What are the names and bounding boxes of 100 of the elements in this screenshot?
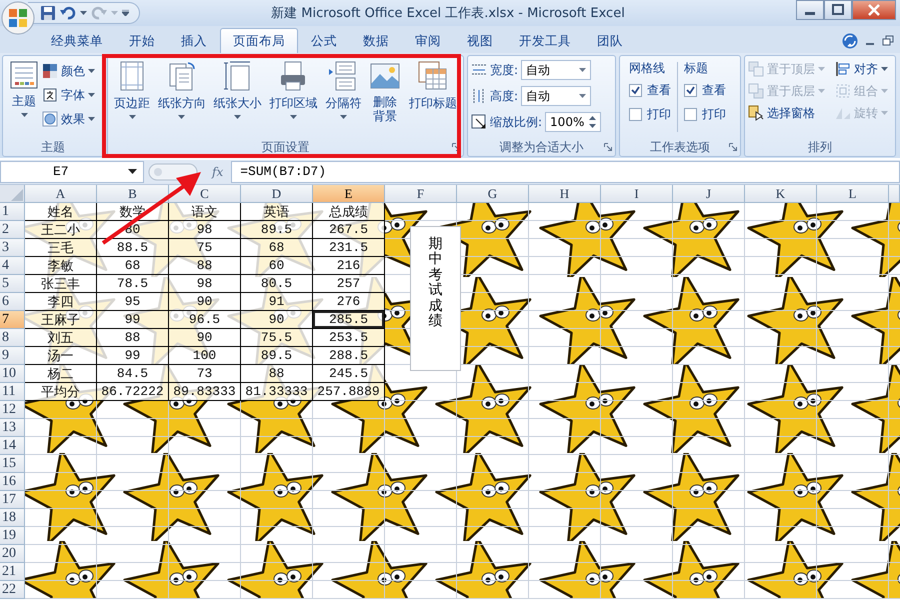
text-box[interactable]: 期中考试成绩 bbox=[410, 226, 461, 371]
row-header[interactable]: 19 bbox=[0, 527, 25, 545]
caret-icon[interactable] bbox=[234, 115, 242, 119]
theme-button[interactable]: 主题 bbox=[6, 58, 42, 136]
row-header[interactable]: 5 bbox=[0, 275, 25, 293]
table-cell: 73 bbox=[169, 365, 241, 383]
row-header[interactable]: 9 bbox=[0, 347, 25, 365]
row-header[interactable]: 20 bbox=[0, 545, 25, 563]
caret-icon[interactable] bbox=[88, 93, 95, 97]
table-cell: 88 bbox=[97, 329, 169, 347]
column-header[interactable]: G bbox=[457, 185, 529, 203]
minimize-icon[interactable] bbox=[796, 0, 824, 20]
ribbon-button[interactable]: 页边距 bbox=[111, 58, 153, 136]
caret-icon[interactable] bbox=[88, 69, 95, 73]
caret-icon[interactable] bbox=[20, 113, 28, 117]
column-header[interactable]: I bbox=[601, 185, 673, 203]
toolbar-button[interactable]: 对齐 bbox=[835, 58, 888, 80]
caret-icon[interactable] bbox=[88, 117, 95, 121]
table-cell: 王麻子 bbox=[25, 311, 97, 329]
ribbon-tab[interactable]: 页面布局 bbox=[220, 28, 298, 53]
ribbon-tab[interactable]: 经典菜单 bbox=[38, 28, 116, 53]
maximize-icon[interactable] bbox=[824, 0, 852, 20]
table-cell: 288.5 bbox=[313, 347, 385, 365]
close-icon[interactable] bbox=[852, 0, 896, 20]
caret-icon[interactable] bbox=[340, 115, 347, 119]
checkbox[interactable] bbox=[629, 84, 642, 96]
row-header[interactable]: 17 bbox=[0, 491, 25, 509]
row-header[interactable]: 6 bbox=[0, 293, 25, 311]
toolbar-button[interactable]: 选择窗格 bbox=[748, 102, 825, 124]
table-cell: 90 bbox=[169, 329, 241, 347]
caret-icon[interactable] bbox=[290, 115, 297, 119]
formula-field[interactable]: =SUM(B7:D7) bbox=[231, 160, 900, 182]
column-header[interactable]: J bbox=[673, 185, 745, 203]
column-header[interactable]: F bbox=[385, 185, 457, 203]
ribbon-tab[interactable]: 开始 bbox=[116, 28, 168, 53]
caret-icon[interactable] bbox=[128, 115, 136, 119]
row-header[interactable]: 22 bbox=[0, 581, 25, 599]
table-cell: 89.5 bbox=[241, 221, 313, 239]
dropdown-field[interactable]: 自动 bbox=[521, 60, 592, 80]
ribbon-tab[interactable]: 开发工具 bbox=[506, 28, 584, 53]
ribbon-button[interactable]: 分隔符 bbox=[322, 58, 364, 136]
dialog-launcher-icon[interactable] bbox=[604, 143, 612, 151]
ribbon-tab[interactable]: 插入 bbox=[168, 28, 220, 53]
checkbox[interactable] bbox=[629, 108, 642, 120]
ribbon-tab[interactable]: 团队 bbox=[584, 28, 636, 53]
column-header[interactable]: A bbox=[25, 185, 97, 203]
checkbox[interactable] bbox=[684, 84, 697, 96]
dialog-launcher-icon[interactable] bbox=[729, 143, 737, 151]
ribbon-button[interactable]: 打印区域 bbox=[266, 58, 320, 136]
dialog-launcher-icon[interactable] bbox=[452, 143, 460, 151]
table-cell: 平均分 bbox=[25, 383, 97, 401]
insert-function-button[interactable]: fx bbox=[208, 164, 228, 178]
save-icon[interactable] bbox=[40, 5, 56, 21]
table-cell: 257 bbox=[313, 275, 385, 293]
customize-caret-icon[interactable] bbox=[122, 10, 129, 16]
ribbon-tab[interactable]: 数据 bbox=[350, 28, 402, 53]
table-cell: 253.5 bbox=[313, 329, 385, 347]
ribbon-menu-button[interactable]: 字体 bbox=[42, 84, 95, 106]
row-header[interactable]: 11 bbox=[0, 383, 25, 401]
row-header[interactable]: 18 bbox=[0, 509, 25, 527]
ribbon-button[interactable]: 删除背景 bbox=[366, 58, 404, 136]
spinner-field[interactable]: 100% bbox=[545, 112, 602, 132]
row-header[interactable]: 7 bbox=[0, 311, 25, 329]
row-header[interactable]: 15 bbox=[0, 455, 25, 473]
restore-icon[interactable] bbox=[882, 35, 894, 47]
ribbon-tab[interactable]: 审阅 bbox=[402, 28, 454, 53]
row-header[interactable]: 4 bbox=[0, 257, 25, 275]
option-heading: 网格线 bbox=[629, 60, 666, 77]
column-header[interactable]: D bbox=[241, 185, 313, 203]
table-cell: 90 bbox=[241, 311, 313, 329]
checkbox[interactable] bbox=[684, 108, 697, 120]
table-cell: 90 bbox=[169, 293, 241, 311]
row-header[interactable]: 12 bbox=[0, 401, 25, 419]
column-header[interactable]: B bbox=[97, 185, 169, 203]
name-box[interactable]: E7 bbox=[0, 160, 144, 182]
ribbon-menu-button[interactable]: 颜色 bbox=[42, 60, 95, 82]
row-header[interactable]: 8 bbox=[0, 329, 25, 347]
row-header[interactable]: 14 bbox=[0, 437, 25, 455]
ribbon-menu-button[interactable]: 效果 bbox=[42, 108, 95, 130]
ribbon-button[interactable]: 纸张方向 bbox=[154, 58, 209, 136]
row-header[interactable]: 13 bbox=[0, 419, 25, 437]
undo-icon[interactable] bbox=[60, 5, 76, 21]
row-header[interactable]: 1 bbox=[0, 203, 25, 221]
row-header[interactable]: 3 bbox=[0, 239, 25, 257]
column-header[interactable]: E bbox=[313, 185, 385, 203]
caret-icon[interactable] bbox=[80, 11, 87, 15]
column-header[interactable]: H bbox=[529, 185, 601, 203]
ribbon-tab[interactable]: 视图 bbox=[454, 28, 506, 53]
column-header[interactable]: K bbox=[745, 185, 817, 203]
dropdown-field[interactable]: 自动 bbox=[521, 86, 592, 106]
row-header[interactable]: 16 bbox=[0, 473, 25, 491]
ribbon-button[interactable]: 纸张大小 bbox=[210, 58, 265, 136]
caret-icon[interactable] bbox=[178, 115, 186, 119]
ribbon-button[interactable]: 打印标题 bbox=[406, 58, 460, 136]
column-header[interactable]: L bbox=[817, 185, 889, 203]
row-header[interactable]: 2 bbox=[0, 221, 25, 239]
row-header[interactable]: 21 bbox=[0, 563, 25, 581]
row-header[interactable]: 10 bbox=[0, 365, 25, 383]
ribbon-tab[interactable]: 公式 bbox=[298, 28, 350, 53]
caret-icon[interactable] bbox=[881, 67, 888, 71]
